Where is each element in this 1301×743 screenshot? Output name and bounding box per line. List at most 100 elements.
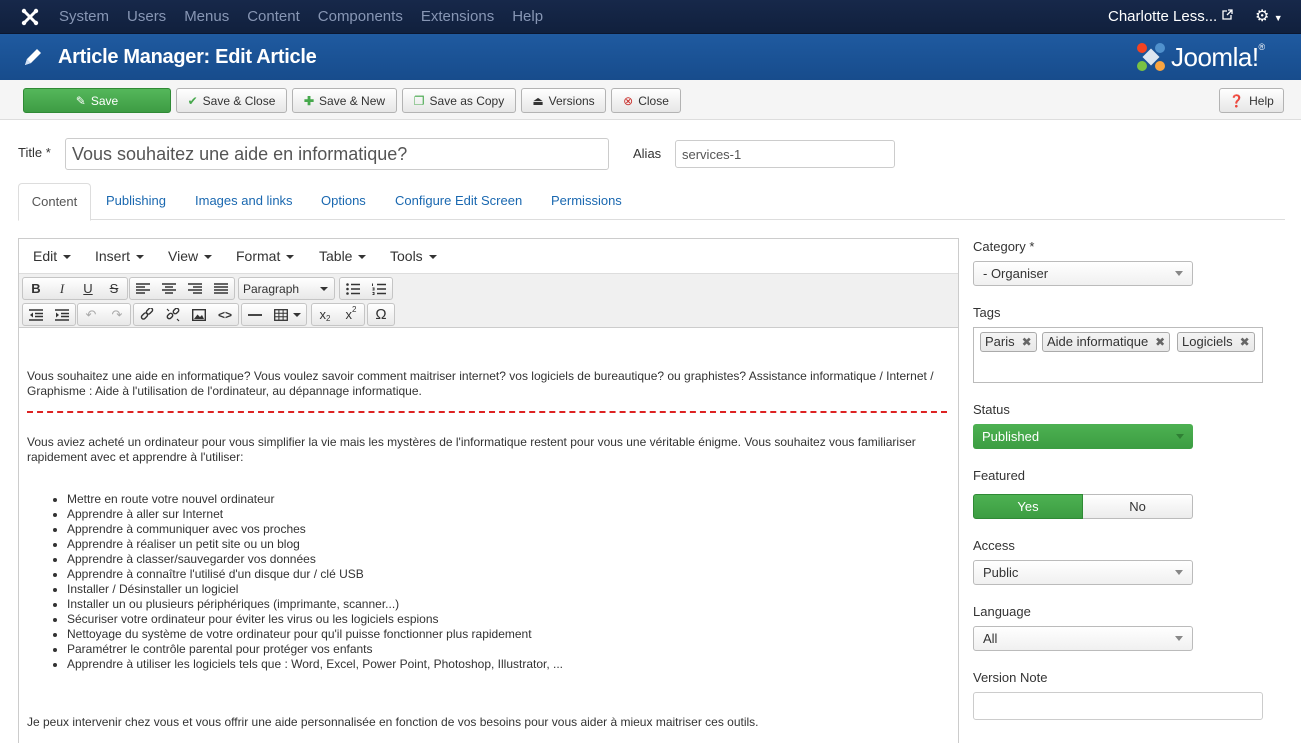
tab-content[interactable]: Content xyxy=(18,183,91,221)
undo-icon[interactable]: ↶ xyxy=(78,304,104,325)
archive-icon: ⏏ xyxy=(532,93,544,108)
align-left-icon[interactable] xyxy=(130,278,156,299)
access-label: Access xyxy=(973,538,1015,553)
align-justify-icon[interactable] xyxy=(208,278,234,299)
list-item: Apprendre à aller sur Internet xyxy=(67,507,947,522)
table-group xyxy=(241,303,307,326)
bullet-list-icon[interactable] xyxy=(340,278,366,299)
remove-tag-icon[interactable]: ✖ xyxy=(1155,333,1165,351)
joomla-wordmark: Joomla! xyxy=(1171,41,1259,72)
list-item: Paramétrer le contrôle parental pour pro… xyxy=(67,642,947,657)
language-select-value: All xyxy=(983,631,998,646)
tab-configure-edit-screen[interactable]: Configure Edit Screen xyxy=(395,183,522,220)
editor-content[interactable]: Vous souhaitez une aide en informatique?… xyxy=(27,329,947,730)
image-icon[interactable] xyxy=(186,304,212,325)
alias-input[interactable]: services-1 xyxy=(675,140,895,168)
editor-menubar: Edit Insert View Format Table Tools xyxy=(19,239,958,274)
outdent-icon[interactable] xyxy=(23,304,49,325)
tab-images-links[interactable]: Images and links xyxy=(195,183,293,220)
bold-icon[interactable]: B xyxy=(23,278,49,299)
list-item: Installer un ou plusieurs périphériques … xyxy=(67,597,947,612)
status-select[interactable]: Published xyxy=(973,424,1193,449)
cancel-icon: ⊗ xyxy=(623,93,634,108)
list-item: Mettre en route votre nouvel ordinateur xyxy=(67,492,947,507)
menu-extensions[interactable]: Extensions xyxy=(421,0,494,34)
list-group xyxy=(339,277,393,300)
close-button[interactable]: ⊗ Close xyxy=(611,88,681,113)
underline-icon[interactable]: U xyxy=(75,278,101,299)
featured-label: Featured xyxy=(973,468,1026,483)
joomla-logo-icon[interactable] xyxy=(20,7,40,27)
code-icon[interactable]: <> xyxy=(212,304,238,325)
access-select[interactable]: Public xyxy=(973,560,1193,585)
edit-tabs: Content Publishing Images and links Opti… xyxy=(18,183,1285,221)
indent-group xyxy=(22,303,76,326)
access-select-value: Public xyxy=(983,565,1019,580)
menu-users[interactable]: Users xyxy=(127,0,166,34)
pencil-icon xyxy=(25,49,41,65)
list-item: Apprendre à classer/sauvegarder vos donn… xyxy=(67,552,947,567)
remove-tag-icon[interactable]: ✖ xyxy=(1240,333,1250,351)
indent-icon[interactable] xyxy=(49,304,75,325)
align-center-icon[interactable] xyxy=(156,278,182,299)
menu-system[interactable]: System xyxy=(59,0,109,34)
user-name-link[interactable]: Charlotte Less... xyxy=(1108,0,1217,34)
list-item: Apprendre à utiliser les logiciels tels … xyxy=(67,657,947,672)
content-bullet-list: Mettre en route votre nouvel ordinateur … xyxy=(27,492,947,672)
editor-menu-insert[interactable]: Insert xyxy=(95,239,145,273)
format-select[interactable]: Paragraph xyxy=(238,277,335,300)
chevron-down-icon xyxy=(1175,636,1183,641)
featured-no-toggle[interactable]: No xyxy=(1083,494,1193,519)
settings-gear-icon[interactable]: ⚙ ▼ xyxy=(1255,7,1283,28)
featured-yes-toggle[interactable]: Yes xyxy=(973,494,1083,519)
title-input[interactable]: Vous souhaitez une aide en informatique? xyxy=(65,138,609,170)
alias-input-value: services-1 xyxy=(682,146,742,162)
save-button[interactable]: ✎ Save xyxy=(23,88,171,113)
editor-menu-tools[interactable]: Tools xyxy=(390,239,437,273)
special-character-icon[interactable]: Ω xyxy=(368,304,394,325)
strikethrough-icon[interactable]: S xyxy=(101,278,127,299)
external-link-icon[interactable] xyxy=(1222,9,1233,20)
tags-input[interactable]: Paris ✖ Aide informatique ✖ Logiciels ✖ xyxy=(973,327,1263,383)
content-paragraph-body: Vous aviez acheté un ordinateur pour vou… xyxy=(27,435,916,464)
tab-options[interactable]: Options xyxy=(321,183,366,220)
editor-menu-edit[interactable]: Edit xyxy=(33,239,72,273)
superscript-icon[interactable]: x2 xyxy=(338,304,364,325)
plus-icon: ✚ xyxy=(303,93,315,108)
copy-icon: ❐ xyxy=(413,93,425,108)
category-select[interactable]: - Organiser xyxy=(973,261,1193,286)
menu-components[interactable]: Components xyxy=(318,0,403,34)
category-label: Category * xyxy=(973,239,1035,254)
edit-icon: ✎ xyxy=(75,93,86,108)
tab-publishing[interactable]: Publishing xyxy=(106,183,166,220)
save-close-button[interactable]: ✔ Save & Close xyxy=(176,88,287,113)
editor-menu-view[interactable]: View xyxy=(168,239,213,273)
align-right-icon[interactable] xyxy=(182,278,208,299)
save-new-button[interactable]: ✚ Save & New xyxy=(292,88,397,113)
menu-menus[interactable]: Menus xyxy=(184,0,229,34)
status-select-value: Published xyxy=(982,429,1040,444)
link-icon[interactable] xyxy=(134,304,160,325)
table-icon[interactable] xyxy=(268,304,306,325)
remove-tag-icon[interactable]: ✖ xyxy=(1022,333,1032,351)
language-select[interactable]: All xyxy=(973,626,1193,651)
subscript-icon[interactable]: x2 xyxy=(312,304,338,325)
editor-menu-format[interactable]: Format xyxy=(236,239,295,273)
tab-permissions[interactable]: Permissions xyxy=(551,183,622,220)
italic-icon[interactable]: I xyxy=(49,278,75,299)
menu-help[interactable]: Help xyxy=(512,0,543,34)
horizontal-rule-icon[interactable] xyxy=(242,304,268,325)
unlink-icon[interactable] xyxy=(160,304,186,325)
versions-button[interactable]: ⏏ Versions xyxy=(521,88,606,113)
text-style-group: B I U S xyxy=(22,277,128,300)
list-item: Apprendre à communiquer avec vos proches xyxy=(67,522,947,537)
save-copy-button[interactable]: ❐ Save as Copy xyxy=(402,88,516,113)
help-button[interactable]: ❓ Help xyxy=(1219,88,1284,113)
numbered-list-icon[interactable] xyxy=(366,278,392,299)
category-select-value: - Organiser xyxy=(983,266,1049,281)
editor-menu-table[interactable]: Table xyxy=(319,239,367,273)
redo-icon[interactable]: ↷ xyxy=(104,304,130,325)
version-note-input[interactable] xyxy=(973,692,1263,720)
list-item: Installer / Désinstaller un logiciel xyxy=(67,582,947,597)
menu-content[interactable]: Content xyxy=(247,0,300,34)
